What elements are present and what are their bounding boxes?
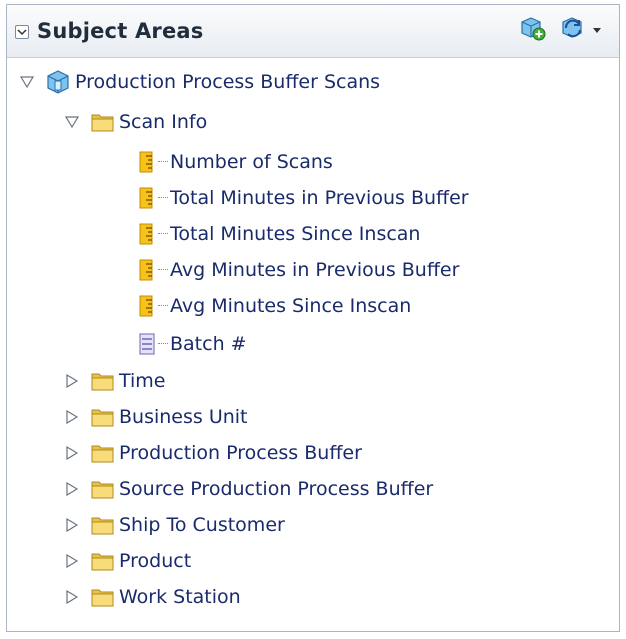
folder-icon [91,549,115,573]
measure-item[interactable]: Number of Scans [7,144,607,180]
collapsed-triangle-icon[interactable] [65,590,79,604]
tree-connector [158,161,168,163]
expanded-triangle-icon[interactable] [65,115,79,129]
tree-node-label: Product [119,550,192,572]
subject-area-tree: Production Process Buffer Scans Scan Inf… [7,57,619,631]
measure-label: Avg Minutes Since Inscan [170,295,412,317]
tree-node-label: Time [119,370,166,392]
attribute-label: Batch # [170,333,247,355]
folder-icon [91,585,115,609]
tree-node-folder[interactable]: Product [7,543,607,579]
tree-connector [158,343,168,345]
folder-icon [91,513,115,537]
measure-item[interactable]: Avg Minutes Since Inscan [7,288,607,324]
expanded-triangle-icon[interactable] [20,75,34,89]
measure-label: Avg Minutes in Previous Buffer [170,259,460,281]
measure-item[interactable]: Avg Minutes in Previous Buffer [7,252,607,288]
collapsed-triangle-icon[interactable] [65,518,79,532]
tree-node-label: Business Unit [119,406,248,428]
tree-node-folder[interactable]: Business Unit [7,399,607,435]
tree-node-label: Production Process Buffer [119,442,362,464]
tree-node-label: Source Production Process Buffer [119,478,434,500]
collapsed-triangle-icon[interactable] [65,446,79,460]
tree-node-folder[interactable]: Ship To Customer [7,507,607,543]
tree-node-folder[interactable]: Time [7,363,607,399]
tree-node-label: Ship To Customer [119,514,285,536]
attribute-item[interactable]: Batch # [7,326,607,362]
folder-icon [91,477,115,501]
tree-node-label: Production Process Buffer Scans [75,71,381,93]
measure-label: Total Minutes Since Inscan [170,223,421,245]
measure-item[interactable]: Total Minutes Since Inscan [7,216,607,252]
measure-label: Number of Scans [170,151,333,173]
subject-area-icon [45,69,71,95]
tree-node-folder[interactable]: Production Process Buffer [7,435,607,471]
tree-connector [158,305,168,307]
collapsed-triangle-icon[interactable] [65,554,79,568]
dropdown-arrow-icon[interactable] [591,21,603,40]
folder-icon [91,441,115,465]
tree-node-label: Scan Info [119,111,208,133]
measure-label: Total Minutes in Previous Buffer [170,187,469,209]
measure-item[interactable]: Total Minutes in Previous Buffer [7,180,607,216]
folder-icon [91,405,115,429]
folder-icon [91,369,115,393]
collapsed-triangle-icon[interactable] [65,374,79,388]
add-subject-area-icon[interactable] [519,15,547,47]
tree-connector [158,197,168,199]
refresh-icon[interactable] [560,15,588,47]
folder-icon [91,110,115,134]
tree-node-folder[interactable]: Work Station [7,579,607,615]
tree-node-folder[interactable]: Source Production Process Buffer [7,471,607,507]
chevron-down-icon[interactable] [15,25,29,39]
subject-areas-panel: Subject Areas Production Process Buffer … [6,4,620,632]
tree-connector [158,269,168,271]
panel-title: Subject Areas [37,19,204,43]
tree-node-label: Work Station [119,586,241,608]
panel-header: Subject Areas [7,5,619,58]
collapsed-triangle-icon[interactable] [65,410,79,424]
tree-node-root[interactable]: Production Process Buffer Scans [7,64,607,100]
collapsed-triangle-icon[interactable] [65,482,79,496]
tree-connector [158,233,168,235]
tree-node-scan-info[interactable]: Scan Info [7,104,607,140]
